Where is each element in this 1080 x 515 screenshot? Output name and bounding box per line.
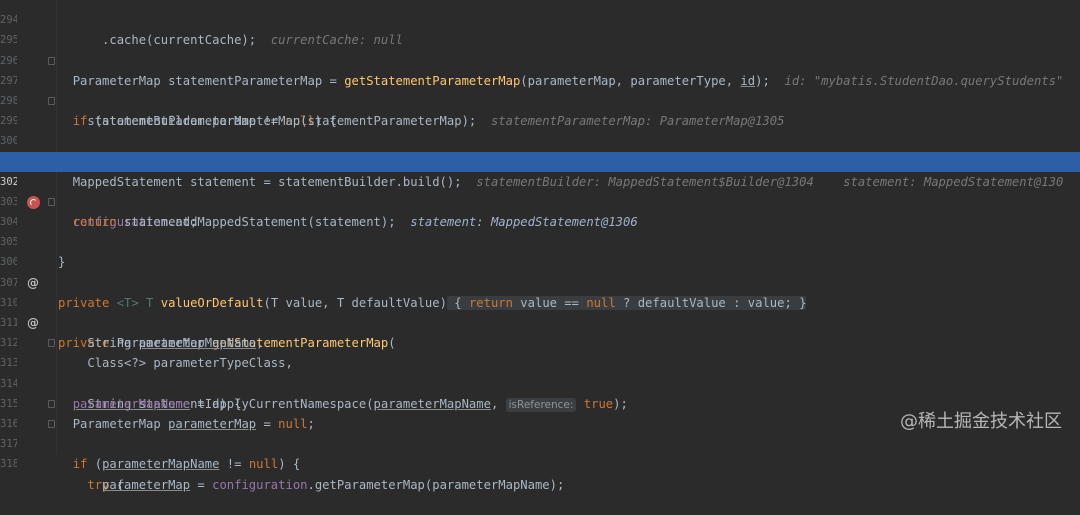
code-line[interactable]: 299 } <box>0 91 1080 169</box>
code-line[interactable]: 306 @ private <T> T valueOrDefault(T val… <box>0 232 1080 310</box>
fold-marker-icon[interactable] <box>48 96 55 105</box>
execution-line-highlight[interactable]: 302 configuration.addMappedStatement(sta… <box>0 151 1080 229</box>
code-line[interactable]: 311 String parameterMapName, <box>0 293 1080 350</box>
code-editor[interactable]: 294 .cache(currentCache); currentCache: … <box>0 0 1080 492</box>
fold-marker-icon[interactable] <box>48 339 55 348</box>
code-line[interactable]: 312 Class<?> parameterTypeClass, <box>0 313 1080 370</box>
fold-marker-icon[interactable] <box>48 56 55 65</box>
fold-marker-icon[interactable] <box>48 419 55 428</box>
code-line[interactable]: 307 <box>0 252 1080 289</box>
code-line[interactable]: 304 } <box>0 192 1080 269</box>
code-line[interactable]: 300 <box>0 111 1080 147</box>
watermark: @稀土掘金技术社区 <box>900 411 1062 432</box>
code-line[interactable]: 301 MappedStatement statement = statemen… <box>0 131 1080 189</box>
code-line[interactable]: 315 ParameterMap parameterMap = null; <box>0 374 1080 431</box>
code-line[interactable]: 313 String statementId) { <box>0 333 1080 411</box>
code-line[interactable]: 295 <box>0 10 1080 46</box>
fold-marker-icon[interactable] <box>48 399 55 408</box>
code-line[interactable]: 303 return statement; <box>0 172 1080 229</box>
code-line[interactable]: 296 ParameterMap statementParameterMap =… <box>0 30 1080 88</box>
code-line[interactable]: 318 parameterMap = configuration.getPara… <box>0 434 1080 491</box>
code-line[interactable]: 297 if (statementParameterMap != null) { <box>0 51 1080 128</box>
code-line[interactable]: 298 statementBuilder.parameterMap(statem… <box>0 71 1080 128</box>
code-line[interactable]: 314 parameterMapName = applyCurrentNames… <box>0 353 1080 412</box>
code-line[interactable]: 294 .cache(currentCache); currentCache: … <box>0 0 1080 47</box>
line-number: 318 <box>0 458 17 471</box>
code-line[interactable]: 310 @ private ParameterMap getStatementP… <box>0 273 1080 350</box>
code-line[interactable]: 305 <box>0 212 1080 248</box>
fold-marker-icon[interactable] <box>48 197 55 206</box>
